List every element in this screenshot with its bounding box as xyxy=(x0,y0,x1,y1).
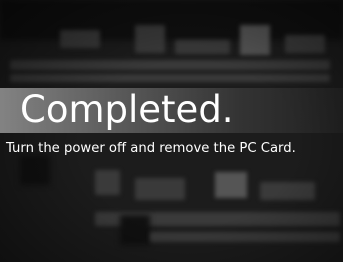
completion-screen: Completed. Turn the power off and remove… xyxy=(0,0,343,262)
instruction-message: Turn the power off and remove the PC Car… xyxy=(6,141,296,156)
page-title: Completed. xyxy=(20,88,234,131)
